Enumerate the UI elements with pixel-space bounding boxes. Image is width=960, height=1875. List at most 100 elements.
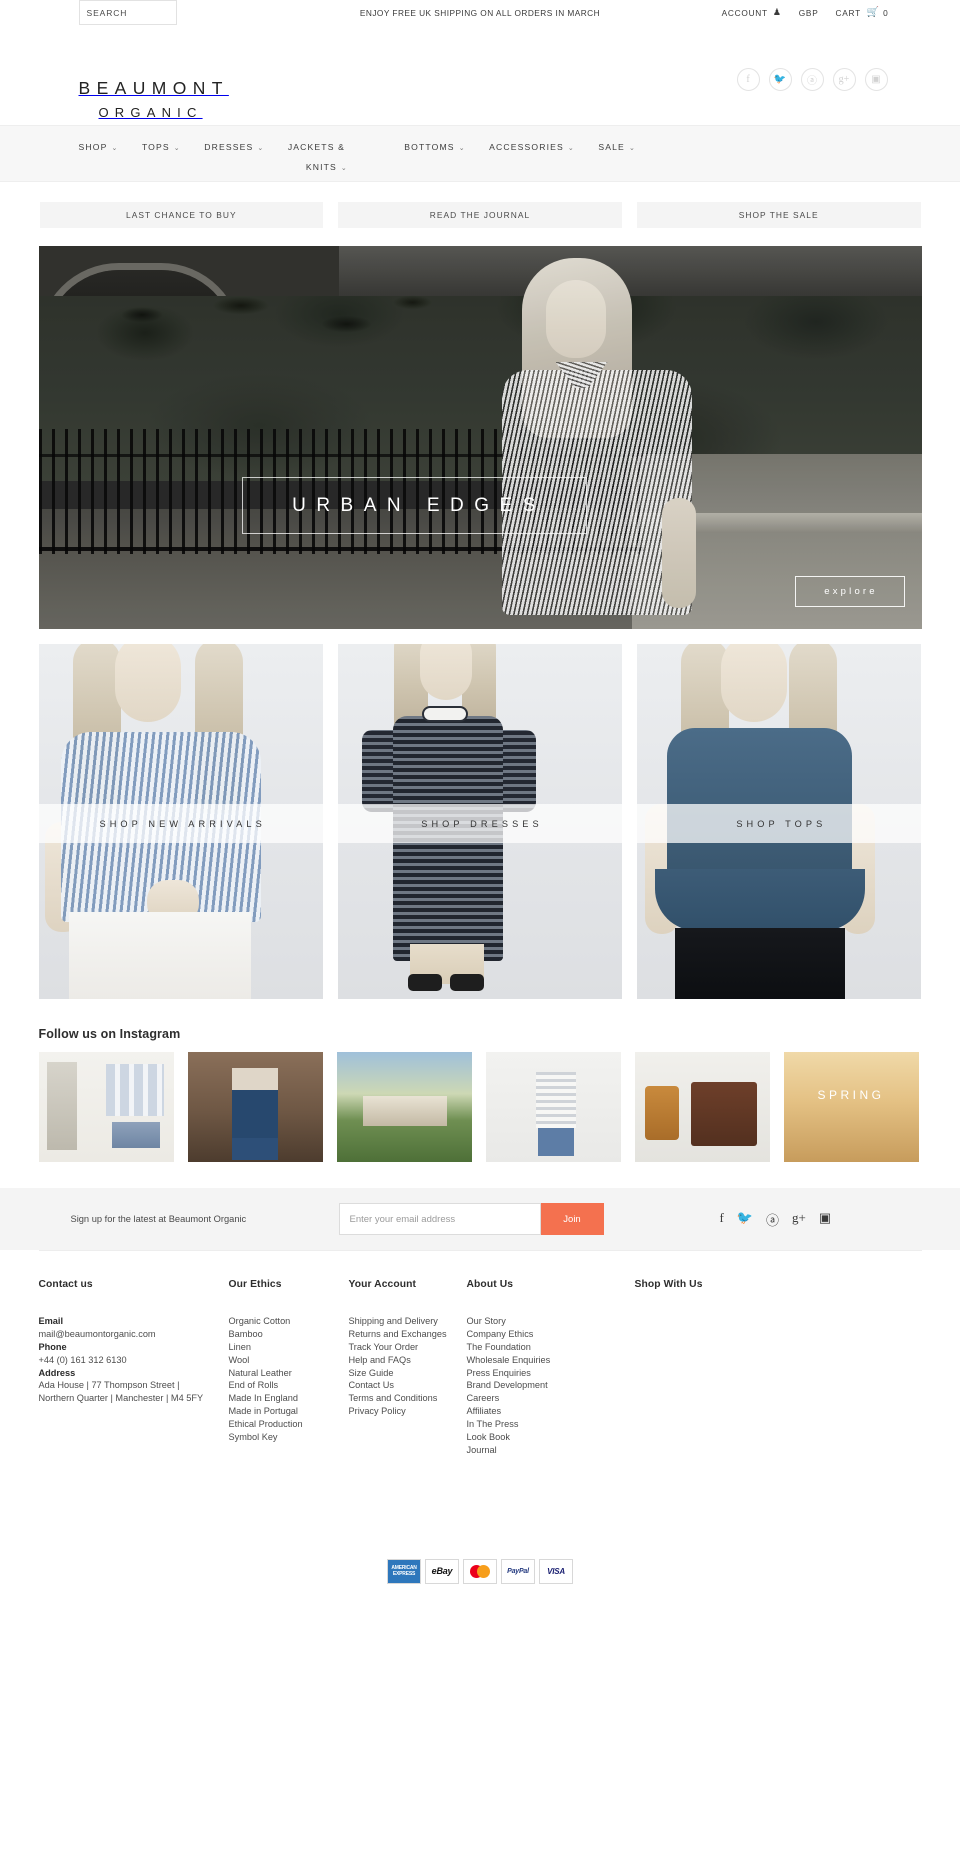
tile-label-tops[interactable]: SHOP TOPS: [637, 804, 922, 843]
footer-link[interactable]: Journal: [467, 1444, 635, 1457]
footer-link[interactable]: Size Guide: [349, 1367, 467, 1380]
currency-selector[interactable]: GBP: [799, 8, 819, 18]
hero-banner[interactable]: URBAN EDGES explore: [38, 246, 922, 629]
facebook-icon[interactable]: f: [720, 1210, 724, 1229]
newsletter-email-input[interactable]: [338, 1203, 541, 1235]
instagram-heading: Follow us on Instagram: [38, 1027, 181, 1041]
promo-last-chance-button[interactable]: LAST CHANCE TO BUY: [39, 202, 324, 228]
facebook-icon[interactable]: f: [736, 68, 760, 91]
footer-link[interactable]: Affiliates: [467, 1405, 635, 1418]
twitter-icon[interactable]: 🐦: [737, 1210, 753, 1229]
cart-link[interactable]: CART 🛒 0: [835, 7, 888, 18]
nav-label: TOPS: [141, 142, 170, 152]
hero-title-box: URBAN EDGES: [241, 477, 587, 534]
googleplus-icon[interactable]: g+: [832, 68, 856, 91]
footer-email-value[interactable]: mail@beaumontorganic.com: [39, 1328, 229, 1341]
footer-link[interactable]: Organic Cotton: [229, 1315, 349, 1328]
nav-item-shop[interactable]: SHOP ⌄: [79, 137, 119, 155]
footer-phone-value: +44 (0) 161 312 6130: [38, 1354, 127, 1365]
nav-item-dresses[interactable]: DRESSES ⌄: [204, 137, 264, 155]
chevron-down-icon: ⌄: [111, 145, 119, 152]
pinterest-icon[interactable]: ⓐ: [800, 68, 824, 91]
promo-label: LAST CHANCE TO BUY: [126, 210, 237, 220]
tile-new-arrivals[interactable]: SHOP NEW ARRIVALS: [38, 644, 323, 999]
nav-label: DRESSES: [204, 142, 254, 152]
chevron-down-icon: ⌄: [567, 145, 575, 152]
nav-item-bottoms[interactable]: BOTTOMS ⌄: [404, 137, 465, 155]
nav-item-sale[interactable]: SALE ⌄: [598, 137, 636, 155]
tile-dresses[interactable]: SHOP DRESSES: [337, 644, 623, 999]
footer-column-shop-with-us: Shop With Us: [635, 1279, 795, 1457]
newsletter-join-button[interactable]: Join: [540, 1203, 604, 1235]
googleplus-icon[interactable]: g+: [792, 1210, 806, 1229]
footer-link[interactable]: Bamboo: [229, 1328, 349, 1341]
twitter-icon[interactable]: 🐦: [768, 68, 792, 91]
footer-link[interactable]: Made in Portugal: [229, 1405, 349, 1418]
footer-link[interactable]: Privacy Policy: [349, 1405, 467, 1418]
footer-link[interactable]: End of Rolls: [229, 1379, 349, 1392]
footer-link[interactable]: In The Press: [467, 1418, 635, 1431]
footer-link[interactable]: Track Your Order: [349, 1341, 467, 1354]
logo-line-2: ORGANIC: [98, 104, 203, 120]
nav-item-tops[interactable]: TOPS ⌄: [142, 137, 181, 155]
newsletter-label: Sign up for the latest at Beaumont Organ…: [70, 1214, 247, 1224]
instagram-post-stripe-tee[interactable]: [485, 1052, 621, 1162]
payment-methods: AMERICAN EXPRESS eBay PayPal VISA: [39, 1558, 922, 1604]
footer-link[interactable]: Linen: [229, 1341, 349, 1354]
nav-item-accessories[interactable]: ACCESSORIES ⌄: [489, 137, 575, 155]
tile-tops[interactable]: SHOP TOPS: [637, 644, 922, 999]
footer-link[interactable]: Brand Development: [467, 1379, 635, 1392]
account-link[interactable]: ACCOUNT ♟: [722, 7, 782, 18]
instagram-post-leather-goods[interactable]: [634, 1052, 770, 1162]
tile-label-dresses[interactable]: SHOP DRESSES: [337, 804, 623, 843]
nav-label: SALE: [598, 142, 625, 152]
tile-label-new-arrivals[interactable]: SHOP NEW ARRIVALS: [38, 804, 323, 843]
nav-item-jackets-knits[interactable]: JACKETS & KNITS ⌄: [288, 137, 400, 172]
footer-link[interactable]: Ethical Production: [229, 1418, 349, 1431]
footer-link[interactable]: Wholesale Enquiries: [467, 1354, 635, 1367]
footer-heading-ethics: Our Ethics: [228, 1279, 282, 1290]
footer-link[interactable]: Contact Us: [349, 1379, 467, 1392]
footer-address-label: Address: [38, 1367, 76, 1378]
footer-link[interactable]: Company Ethics: [467, 1328, 635, 1341]
hero-explore-button[interactable]: explore: [794, 576, 905, 607]
category-tiles: SHOP NEW ARRIVALS SHOP DRESSES SHOP TOPS: [38, 644, 922, 999]
paypal-label: PayPal: [507, 1567, 529, 1575]
social-links-header: f 🐦 ⓐ g+ ▣: [736, 68, 888, 91]
footer-link[interactable]: Shipping and Delivery: [349, 1315, 467, 1328]
promo-read-journal-button[interactable]: READ THE JOURNAL: [338, 202, 622, 228]
footer-link[interactable]: Terms and Conditions: [349, 1392, 467, 1405]
instagram-icon[interactable]: ▣: [819, 1210, 831, 1229]
footer-link[interactable]: The Foundation: [467, 1341, 635, 1354]
nav-label: ACCESSORIES: [489, 142, 564, 152]
brand-row: BEAUMONT ORGANIC f 🐦 ⓐ g+ ▣: [39, 40, 922, 119]
footer-link[interactable]: Press Enquiries: [467, 1367, 635, 1380]
instagram-post-spring[interactable]: SPRING: [783, 1052, 919, 1162]
instagram-post-manor-house[interactable]: [336, 1052, 472, 1162]
ebay-label: eBay: [431, 1566, 453, 1577]
footer-link[interactable]: Symbol Key: [229, 1431, 349, 1444]
footer-link[interactable]: Returns and Exchanges: [349, 1328, 467, 1341]
footer-link[interactable]: Wool: [229, 1354, 349, 1367]
footer-link[interactable]: Help and FAQs: [349, 1354, 467, 1367]
footer-link[interactable]: Made In England: [229, 1392, 349, 1405]
footer-link[interactable]: Look Book: [467, 1431, 635, 1444]
instagram-icon[interactable]: ▣: [864, 68, 888, 91]
site-footer: Contact us Email mail@beaumontorganic.co…: [38, 1250, 922, 1457]
pinterest-icon[interactable]: ⓐ: [766, 1210, 779, 1229]
cart-label: CART: [835, 7, 861, 18]
footer-link[interactable]: Careers: [467, 1392, 635, 1405]
tile-label-text: SHOP NEW ARRIVALS: [99, 818, 266, 829]
nav-label: BOTTOMS: [404, 142, 455, 152]
footer-link[interactable]: Natural Leather: [229, 1367, 349, 1380]
footer-column-ethics: Our Ethics Organic Cotton Bamboo Linen W…: [229, 1279, 349, 1457]
footer-phone-label: Phone: [38, 1341, 67, 1352]
footer-column-contact: Contact us Email mail@beaumontorganic.co…: [39, 1279, 229, 1457]
footer-link[interactable]: Our Story: [467, 1315, 635, 1328]
hero-explore-label: explore: [824, 586, 878, 597]
instagram-post-sketch[interactable]: [38, 1052, 174, 1162]
instagram-post-denim-outfit[interactable]: [187, 1052, 323, 1162]
site-logo[interactable]: BEAUMONT ORGANIC: [79, 79, 229, 120]
promo-shop-sale-button[interactable]: SHOP THE SALE: [636, 202, 921, 228]
chevron-down-icon: ⌄: [628, 145, 636, 152]
